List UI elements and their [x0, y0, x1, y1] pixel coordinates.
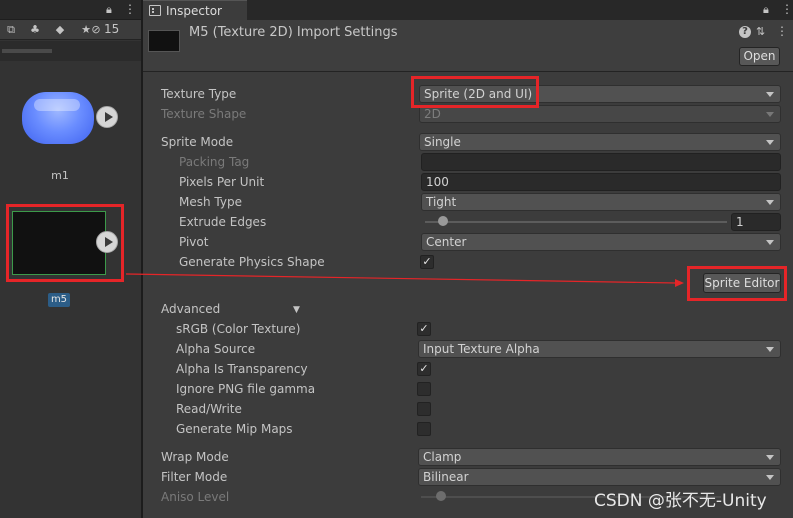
extrude-edges-input[interactable]: 1 — [731, 213, 781, 231]
asset-m1-label: m1 — [51, 169, 69, 182]
mesh-type-label: Mesh Type — [179, 195, 242, 209]
alpha-source-row: Alpha Source Input Texture Alpha — [143, 339, 793, 359]
read-write-label: Read/Write — [176, 402, 242, 416]
srgb-row: sRGB (Color Texture) ✓ — [143, 319, 793, 339]
project-scrollbar-strip[interactable] — [0, 41, 141, 61]
packing-tag-input[interactable] — [421, 153, 781, 171]
tab-inspector-label: Inspector — [166, 4, 222, 18]
ignore-png-gamma-checkbox[interactable] — [417, 382, 431, 396]
page-title: M5 (Texture 2D) Import Settings — [189, 25, 398, 40]
srgb-label: sRGB (Color Texture) — [176, 322, 301, 336]
import-settings-header: M5 (Texture 2D) Import Settings ? ⇅ ⋮ Op… — [143, 20, 793, 72]
aniso-level-label: Aniso Level — [161, 490, 230, 504]
inspector-icon — [149, 5, 161, 16]
open-button[interactable]: Open — [739, 47, 780, 66]
read-write-row: Read/Write — [143, 399, 793, 419]
filter-mode-row: Filter Mode Bilinear — [143, 467, 793, 487]
generate-physics-shape-label: Generate Physics Shape — [179, 255, 325, 269]
generate-mip-maps-checkbox[interactable] — [417, 422, 431, 436]
tab-inspector[interactable]: Inspector — [143, 0, 247, 20]
srgb-checkbox[interactable]: ✓ — [417, 322, 431, 336]
hidden-packages-count: 15 — [104, 22, 120, 36]
extrude-edges-label: Extrude Edges — [179, 215, 267, 229]
pixels-per-unit-row: Pixels Per Unit 100 — [143, 172, 793, 192]
alpha-source-dropdown[interactable]: Input Texture Alpha — [418, 340, 781, 358]
project-panel: 🔒︎ ⋮ ⧉ ♣ ◆ ★ ⊘ 15 m1 m5 — [0, 0, 141, 518]
kebab-menu-icon[interactable]: ⋮ — [124, 2, 136, 16]
filter-mode-dropdown[interactable]: Bilinear — [418, 468, 781, 486]
texture-shape-label: Texture Shape — [161, 107, 247, 121]
read-write-checkbox[interactable] — [417, 402, 431, 416]
asset-m5-thumbnail[interactable] — [12, 211, 106, 275]
pivot-dropdown[interactable]: Center — [421, 233, 781, 251]
pivot-label: Pivot — [179, 235, 209, 249]
ignore-png-gamma-label: Ignore PNG file gamma — [176, 382, 316, 396]
alpha-is-transparency-checkbox[interactable]: ✓ — [417, 362, 431, 376]
extrude-edges-row: Extrude Edges 1 — [143, 212, 793, 232]
strip-segment — [2, 49, 52, 53]
sprite-mode-row: Sprite Mode Single — [143, 132, 793, 152]
wrap-mode-label: Wrap Mode — [161, 450, 229, 464]
project-toolbar: ⧉ ♣ ◆ ★ ⊘ 15 — [0, 20, 141, 40]
alpha-is-transparency-row: Alpha Is Transparency ✓ — [143, 359, 793, 379]
alpha-is-transparency-label: Alpha Is Transparency — [176, 362, 308, 376]
generate-mip-maps-label: Generate Mip Maps — [176, 422, 293, 436]
ignore-png-gamma-row: Ignore PNG file gamma — [143, 379, 793, 399]
generate-mip-maps-row: Generate Mip Maps — [143, 419, 793, 439]
inspector-panel: Inspector 🔒︎ ⋮ M5 (Texture 2D) Import Se… — [143, 0, 793, 518]
inspector-tabbar: Inspector 🔒︎ ⋮ — [143, 0, 793, 20]
advanced-foldout-row[interactable]: Advanced — [143, 299, 793, 319]
label-tag-icon[interactable]: ◆ — [52, 23, 68, 37]
lock-icon[interactable]: 🔒︎ — [106, 3, 112, 17]
mesh-type-dropdown[interactable]: Tight — [421, 193, 781, 211]
search-by-type-icon[interactable]: ♣ — [27, 23, 43, 37]
m1-play-icon[interactable] — [96, 106, 118, 128]
generate-physics-shape-checkbox[interactable]: ✓ — [420, 255, 434, 269]
m1-preview-highlight — [34, 99, 80, 111]
sprite-editor-highlight-box — [687, 266, 787, 301]
project-panel-tabbar: 🔒︎ ⋮ — [0, 0, 141, 20]
alpha-source-label: Alpha Source — [176, 342, 256, 356]
preset-sliders-icon[interactable]: ⇅ — [756, 25, 765, 38]
extrude-edges-slider-track[interactable] — [425, 221, 727, 223]
texture-thumbnail — [148, 30, 180, 52]
sprite-mode-label: Sprite Mode — [161, 135, 234, 149]
filter-mode-label: Filter Mode — [161, 470, 228, 484]
lock-icon[interactable]: 🔒︎ — [763, 3, 769, 17]
create-icon[interactable]: ⧉ — [3, 23, 19, 37]
wrap-mode-row: Wrap Mode Clamp — [143, 447, 793, 467]
advanced-foldout-label[interactable]: Advanced — [161, 302, 220, 316]
aniso-level-slider-handle — [436, 491, 446, 501]
texture-type-highlight-box — [411, 76, 539, 108]
texture-type-label: Texture Type — [161, 87, 237, 101]
kebab-menu-icon[interactable]: ⋮ — [781, 2, 793, 16]
watermark-text: CSDN @张不无-Unity — [594, 491, 767, 511]
asset-m5-label[interactable]: m5 — [48, 293, 70, 307]
more-options-icon[interactable]: ⋮ — [776, 24, 788, 38]
asset-m1-thumbnail[interactable] — [22, 92, 94, 144]
packing-tag-label: Packing Tag — [179, 155, 250, 169]
help-icon[interactable]: ? — [739, 26, 751, 38]
hidden-packages-eye-icon[interactable]: ⊘ — [89, 23, 103, 37]
pixels-per-unit-label: Pixels Per Unit — [179, 175, 265, 189]
mesh-type-row: Mesh Type Tight — [143, 192, 793, 212]
wrap-mode-dropdown[interactable]: Clamp — [418, 448, 781, 466]
pixels-per-unit-input[interactable]: 100 — [421, 173, 781, 191]
packing-tag-row: Packing Tag — [143, 152, 793, 172]
sprite-mode-dropdown[interactable]: Single — [419, 133, 781, 151]
pivot-row: Pivot Center — [143, 232, 793, 252]
extrude-edges-slider-handle[interactable] — [437, 216, 448, 226]
m5-play-icon[interactable] — [96, 231, 118, 253]
